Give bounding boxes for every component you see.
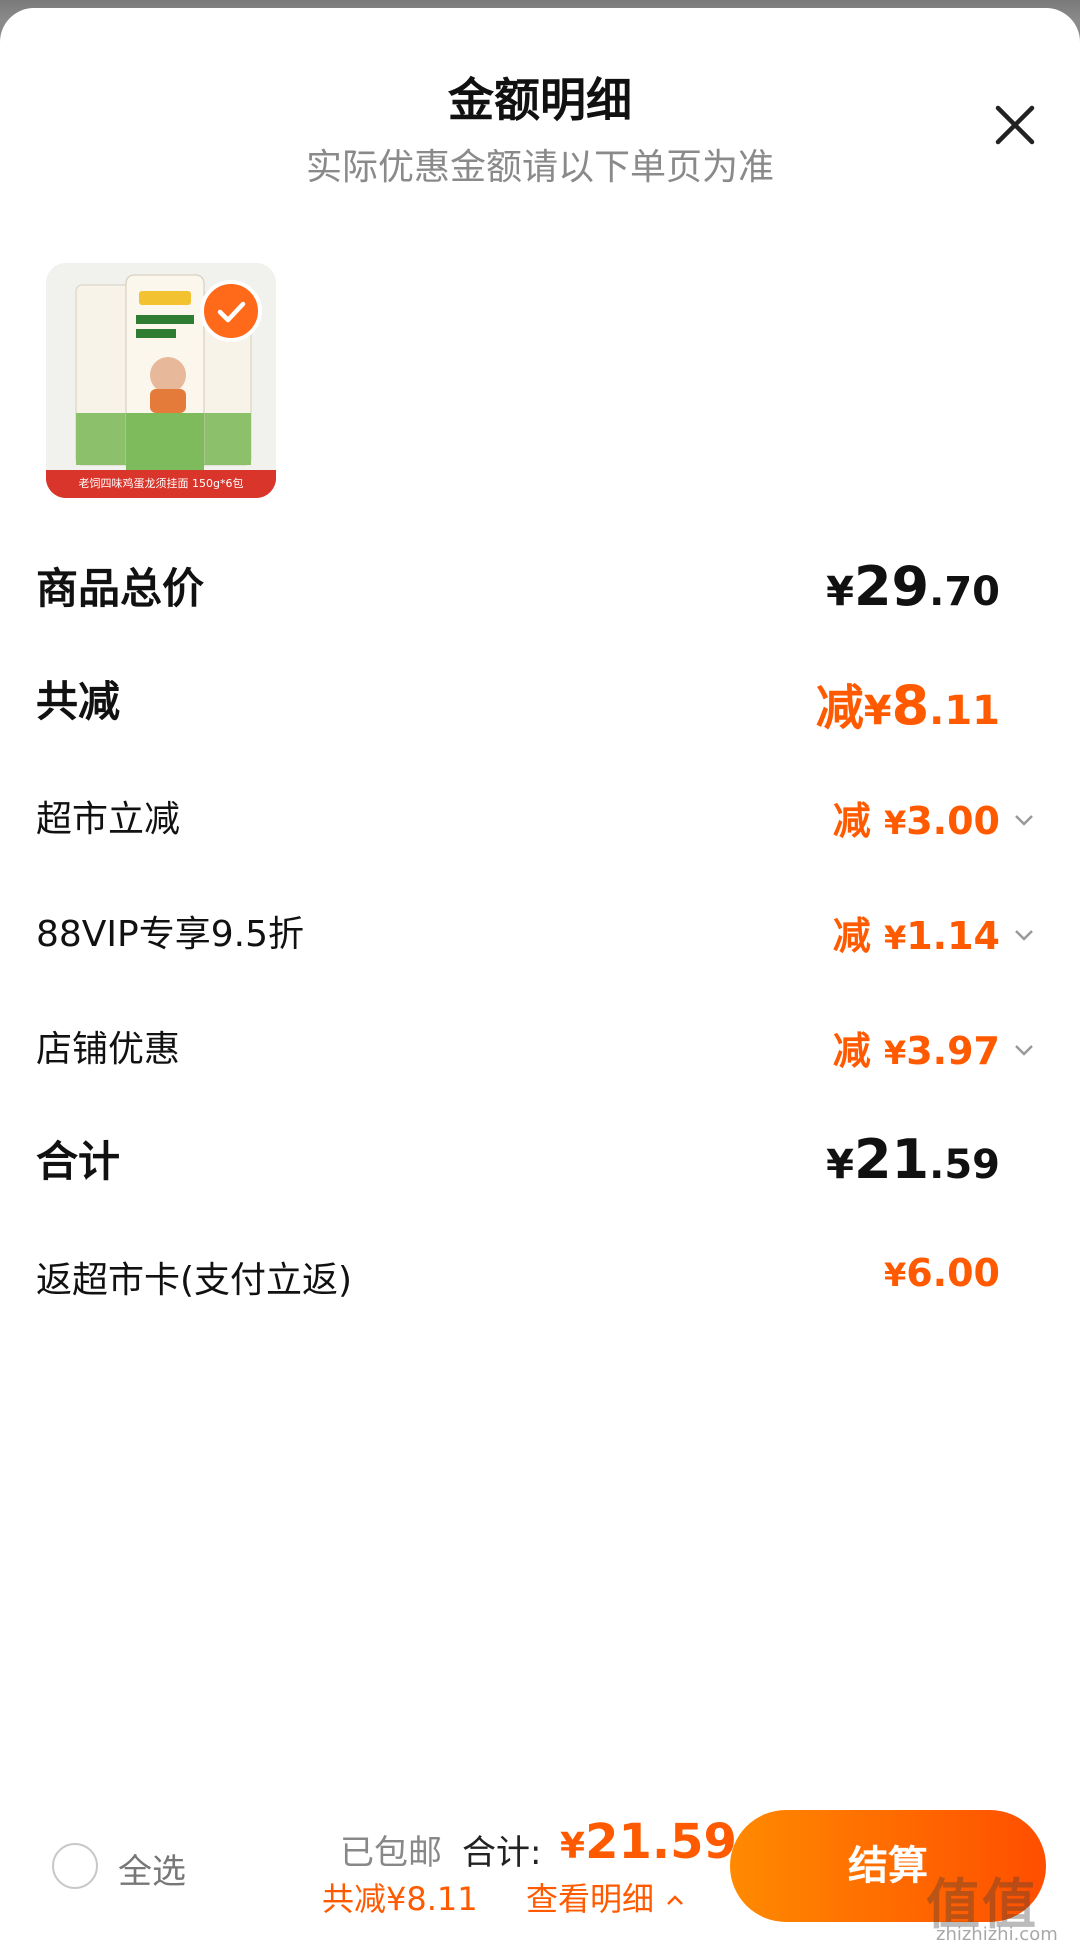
sheet-title: 金额明细	[448, 73, 632, 127]
reduce-prefix: 减	[832, 1029, 871, 1073]
market-reduce-amount: 减 ¥3.00	[833, 790, 1000, 845]
market-reduce-row[interactable]: 超市立减 减 ¥3.00	[36, 790, 1036, 850]
footer-saved-text: 共减¥8.11	[322, 1880, 478, 1918]
amount-value: 3.00	[906, 799, 1000, 843]
total-reduce-label: 共减	[36, 677, 121, 726]
vip-discount-label: 88VIP专享9.5折	[36, 914, 305, 955]
footer-total-value: 21.59	[585, 1814, 737, 1870]
vip-discount-amount: 减 ¥1.14	[833, 905, 1000, 960]
chevron-up-icon	[667, 1895, 684, 1905]
select-all-label[interactable]: 全选	[118, 1844, 186, 1893]
yen-sign: ¥	[883, 1034, 907, 1072]
subtotal-amount: ¥21.59	[826, 1128, 1000, 1191]
reduce-prefix: 减	[815, 680, 864, 736]
goods-total-label: 商品总价	[36, 564, 205, 613]
store-discount-row[interactable]: 店铺优惠 减 ¥3.97	[36, 1020, 1036, 1080]
reduce-prefix: 减	[832, 799, 871, 843]
chevron-down-icon[interactable]	[1012, 923, 1036, 947]
view-detail-label: 查看明细	[526, 1880, 655, 1918]
watermark-url: zhizhizhi.com	[936, 1924, 1058, 1945]
product-caption: 老饲四味鸡蛋龙须挂面 150g*6包	[46, 470, 276, 498]
free-shipping-label: 已包邮	[340, 1833, 442, 1873]
yen-sign: ¥	[826, 1142, 854, 1188]
amount-decimal: .11	[929, 688, 1000, 734]
amount-value: 3.97	[906, 1029, 1000, 1073]
vip-discount-row[interactable]: 88VIP专享9.5折 减 ¥1.14	[36, 905, 1036, 965]
amount-value: 1.14	[906, 914, 1000, 958]
amount-decimal: .59	[929, 1142, 1000, 1188]
amount-decimal: .70	[929, 569, 1000, 615]
chevron-down-icon[interactable]	[1012, 1038, 1036, 1062]
yen-sign: ¥	[883, 919, 907, 957]
yen-sign: ¥	[883, 1256, 907, 1294]
yen-sign: ¥	[826, 569, 854, 615]
total-reduce-row: 共减 减¥8.11	[36, 668, 1036, 737]
amount-integer: 21	[853, 1128, 930, 1191]
footer-total-label: 合计:	[462, 1833, 542, 1873]
amount-value: 6.00	[906, 1251, 1000, 1295]
yen-sign: ¥	[883, 804, 907, 842]
subtotal-row: 合计 ¥21.59	[36, 1128, 1036, 1191]
goods-total-amount: ¥29.70	[826, 555, 1000, 618]
reduce-prefix: 减	[832, 914, 871, 958]
market-card-amount: ¥6.00	[884, 1251, 1000, 1295]
select-all-radio[interactable]	[52, 1843, 98, 1889]
yen-sign: ¥	[560, 1826, 586, 1867]
store-discount-label: 店铺优惠	[36, 1029, 181, 1070]
sheet-subtitle: 实际优惠金额请以下单页为准	[305, 147, 774, 188]
selected-check-icon[interactable]	[200, 280, 262, 342]
amount-integer: 8	[891, 674, 930, 737]
market-card-label: 返超市卡(支付立返)	[36, 1260, 353, 1301]
view-detail-link[interactable]: 查看明细	[526, 1874, 686, 1920]
total-reduce-amount: 减¥8.11	[816, 668, 1000, 738]
close-icon[interactable]	[990, 100, 1040, 150]
amount-detail-sheet: 金额明细 实际优惠金额请以下单页为准 老饲四味鸡蛋龙须挂面 150g*6包 商品…	[0, 8, 1080, 1950]
footer-total-amount: ¥21.59	[560, 1814, 737, 1870]
chevron-down-icon[interactable]	[1012, 808, 1036, 832]
goods-total-row: 商品总价 ¥29.70	[36, 555, 1036, 618]
store-discount-amount: 减 ¥3.97	[833, 1020, 1000, 1075]
market-reduce-label: 超市立减	[36, 799, 181, 840]
market-card-row: 返超市卡(支付立返) ¥6.00	[36, 1251, 1036, 1311]
amount-integer: 29	[853, 555, 930, 618]
subtotal-label: 合计	[36, 1137, 121, 1186]
yen-sign: ¥	[863, 688, 892, 734]
noodle-pack-center	[125, 274, 205, 471]
